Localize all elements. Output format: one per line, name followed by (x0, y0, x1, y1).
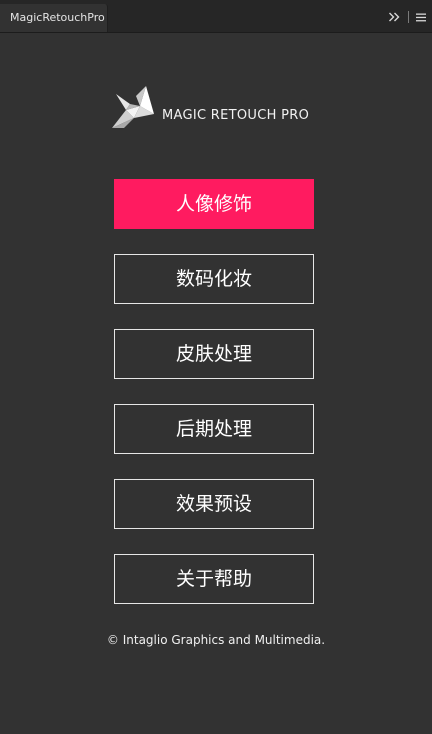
main-menu: 人像修饰 数码化妆 皮肤处理 后期处理 效果预设 关于帮助 (114, 179, 314, 629)
effect-presets-button[interactable]: 效果预设 (114, 479, 314, 529)
brand-logo: MAGIC RETOUCH PRO (110, 84, 350, 134)
controls-divider (408, 11, 409, 23)
copyright-text: © Intaglio Graphics and Multimedia. (106, 633, 326, 647)
hamburger-menu-icon[interactable] (416, 13, 426, 22)
panel-tab[interactable]: MagicRetouchPro (0, 4, 108, 32)
brand-name: MAGIC RETOUCH PRO (162, 108, 310, 123)
origami-bird-logo-icon (112, 86, 154, 128)
panel-controls (388, 10, 426, 24)
panel: MagicRetouchPro MAGIC RETOUCH PRO 人像修饰 数… (0, 0, 432, 734)
digital-makeup-button[interactable]: 数码化妆 (114, 254, 314, 304)
about-help-button[interactable]: 关于帮助 (114, 554, 314, 604)
collapse-panel-icon[interactable] (388, 11, 401, 23)
portrait-retouch-button[interactable]: 人像修饰 (114, 179, 314, 229)
panel-tab-bar: MagicRetouchPro (0, 0, 432, 33)
post-processing-button[interactable]: 后期处理 (114, 404, 314, 454)
panel-tab-title: MagicRetouchPro (10, 11, 105, 24)
skin-processing-button[interactable]: 皮肤处理 (114, 329, 314, 379)
